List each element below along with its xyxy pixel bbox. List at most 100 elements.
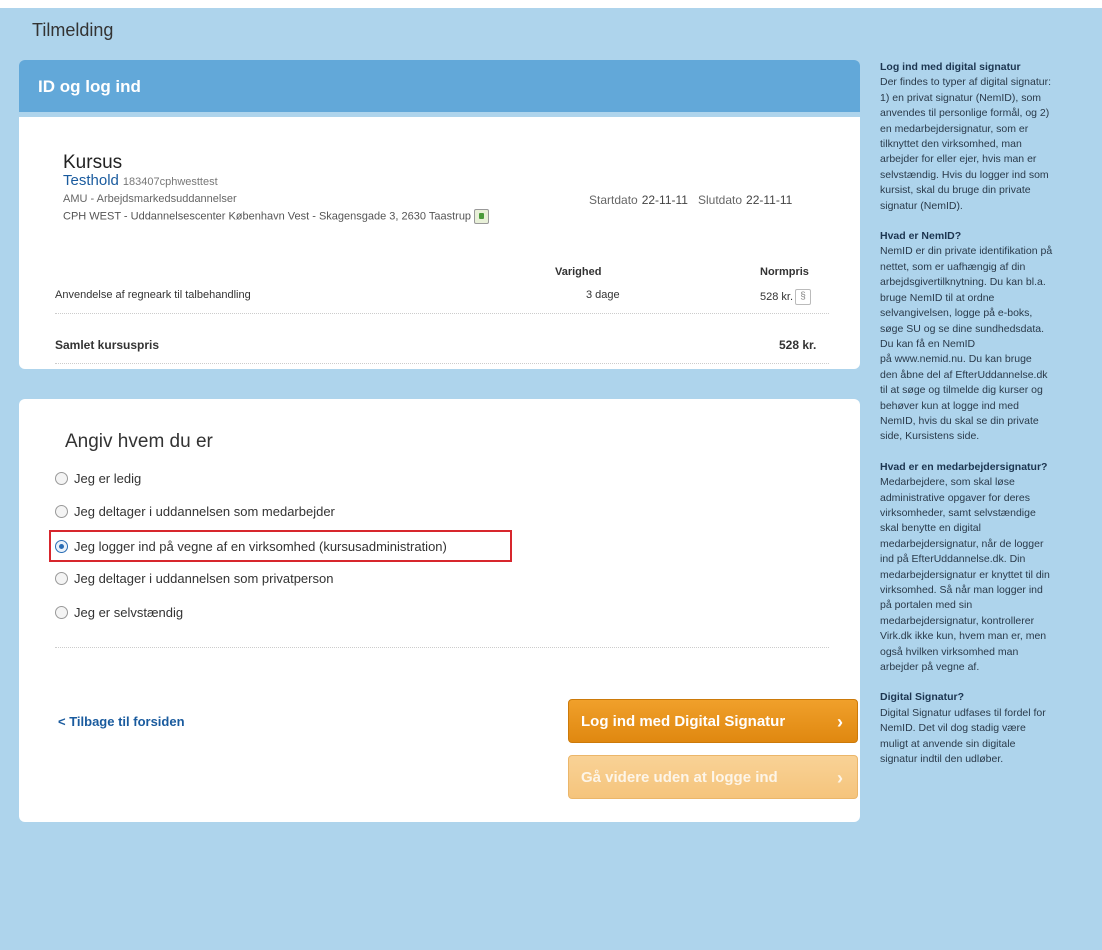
course-category: AMU - Arbejdsmarkedsuddannelser	[63, 193, 237, 205]
help-line: anvendes til personlige formål, og 2)	[880, 107, 1050, 120]
course-heading: Kursus	[63, 152, 123, 173]
course-panel: Kursus Testhold 183407cphwesttest AMU - A…	[19, 117, 860, 369]
help-line: på portalen med sin	[880, 599, 973, 612]
help-line: administrative opgaver for deres	[880, 491, 1030, 504]
radio-label: Jeg er ledig	[74, 470, 142, 486]
radio-option-employee[interactable]: Jeg deltager i uddannelsen som medarbejd…	[55, 503, 335, 519]
id-login-header-text: ID og log ind	[38, 77, 141, 96]
help-line: behøver kun at logge ind med	[880, 399, 1019, 412]
price-column-header: Normpris	[760, 266, 809, 278]
course-item-price: 528 kr. §	[760, 289, 812, 305]
radio-label: Jeg er selvstændig	[74, 604, 184, 620]
radio-button[interactable]	[55, 504, 68, 518]
course-name[interactable]: Testhold 183407cphwesttest	[63, 172, 218, 189]
help-line: bruge NemID til at ordne	[880, 291, 995, 304]
top-strip	[0, 0, 1102, 8]
help-line: ind på EfterUddannelse.dk. Din	[880, 553, 1026, 566]
radio-option-self-employed[interactable]: Jeg er selvstændig	[55, 604, 183, 620]
help-line: også hvilken virksomhed man	[880, 645, 1019, 658]
help-line: Virk.dk ikke kun, hvem man er, men	[880, 630, 1047, 643]
help-line: en medarbejdersignatur, som er	[880, 122, 1029, 135]
divider	[55, 363, 829, 364]
help-line: selvstændig. Hvis du logger ind som	[880, 168, 1049, 181]
help-section-nemid: Hvad er NemID? NemID er din private iden…	[880, 229, 1102, 445]
login-button-label: Log ind med Digital Signatur	[581, 713, 786, 730]
start-date-value: 22-11-11	[641, 193, 688, 207]
help-line: Der findes to typer af digital signatur:	[880, 76, 1052, 89]
end-date-label: Slutdato	[697, 193, 743, 207]
help-line: skal benytte en digital	[880, 522, 981, 535]
help-section-title: Hvad er NemID?	[880, 230, 962, 243]
help-sidebar: Log ind med digital signatur Der findes …	[880, 60, 1102, 782]
course-item-name: Anvendelse af regneark til talbehandling	[55, 289, 251, 301]
radio-button[interactable]	[55, 571, 68, 585]
divider	[55, 647, 829, 648]
help-line: Medarbejdere, som skal løse	[880, 476, 1015, 489]
help-line: medarbejdersignatur, når de logger	[880, 537, 1044, 550]
help-section-title: Log ind med digital signatur	[880, 61, 1021, 73]
help-line: medarbejdersignatur er knyttet til din	[880, 568, 1050, 581]
help-line: 1) en privat signatur (NemID), som	[880, 91, 1042, 104]
location-info-icon[interactable]	[474, 209, 490, 224]
help-section-title: Hvad er en medarbejdersignatur?	[880, 460, 1048, 473]
end-date-value: 22-11-11	[746, 193, 793, 207]
course-location: CPH WEST - Uddannelsescenter København V…	[63, 209, 490, 224]
course-dates: Startdato 22-11-11 Slutdato 22-11-11	[589, 193, 802, 207]
page-title: Tilmelding	[32, 20, 114, 40]
course-code: 183407cphwesttest	[122, 176, 218, 188]
radio-label: Jeg deltager i uddannelsen som privatper…	[74, 570, 334, 586]
help-line: selvangivelsen, logge på e-boks,	[880, 307, 1033, 320]
help-section-digital-signature: Log ind med digital signatur Der findes …	[880, 60, 1102, 214]
help-section-digital-signature-phaseout: Digital Signatur? Digital Signatur udfas…	[880, 690, 1102, 767]
help-line: virksomheder, samt selvstændige	[880, 506, 1036, 519]
help-section-employee-signature: Hvad er en medarbejdersignatur? Medarbej…	[880, 460, 1102, 676]
paragraph-icon[interactable]: §	[795, 289, 812, 305]
selection-highlight	[49, 530, 512, 562]
help-line: signatur (NemID).	[880, 199, 963, 212]
chevron-right-icon: ›	[837, 712, 843, 732]
radio-option-unemployed[interactable]: Jeg er ledig	[55, 470, 141, 486]
help-line: Du kan få en NemID	[880, 337, 976, 350]
radio-label: Jeg deltager i uddannelsen som medarbejd…	[74, 503, 335, 519]
help-line: medarbejdersignatur, kontrollerer	[880, 614, 1035, 627]
help-line: arbejder for eller ejer, hvis man er	[880, 153, 1037, 166]
continue-without-login-button[interactable]: Gå videre uden at logge ind ›	[568, 755, 858, 799]
chevron-right-icon: ›	[837, 768, 843, 788]
radio-button[interactable]	[55, 471, 68, 485]
help-line: NemID, hvis du skal se din private	[880, 414, 1039, 427]
start-date-label: Startdato	[589, 193, 638, 207]
course-item-price-text: 528 kr.	[760, 290, 794, 303]
help-line: arbejdsgivertilknytning. Du kan bl.a.	[880, 276, 1046, 289]
help-line: side, Kursistens side.	[880, 430, 980, 443]
course-name-text: Testhold	[63, 172, 119, 189]
help-line: den åbne del af EfterUddannelse.dk	[880, 368, 1048, 381]
duration-column-header: Varighed	[555, 266, 602, 278]
help-line: til at søge og tilmelde dig kurser og	[880, 384, 1043, 397]
back-to-home-link[interactable]: < Tilbage til forsiden	[58, 714, 185, 729]
help-line: tilknyttet den virksomhed, man	[880, 138, 1022, 151]
divider	[55, 313, 829, 314]
help-line: virksomhed. Så når man logger ind	[880, 584, 1043, 596]
total-price-label: Samlet kursuspris	[55, 338, 160, 352]
help-line: Digital Signatur udfases til fordel for	[880, 706, 1046, 719]
help-line: nettet, som er uafhængig af din	[880, 260, 1026, 273]
help-line: NemID er din private identifikation på	[880, 245, 1053, 258]
identity-panel: Angiv hvem du er Jeg er ledig Jeg deltag…	[19, 399, 860, 822]
help-line: kursist, skal du bruge din private	[880, 184, 1031, 197]
help-line: signatur indtil den udløber.	[880, 753, 1004, 766]
help-line: muligt at anvende sin digitale	[880, 737, 1016, 750]
total-price-value: 528 kr.	[779, 338, 817, 352]
id-login-header: ID og log ind	[19, 60, 860, 112]
help-line: på www.nemid.nu. Du kan bruge	[880, 353, 1032, 366]
help-section-title: Digital Signatur?	[880, 691, 964, 704]
help-line: NemID. Det vil dog stadig være	[880, 722, 1026, 735]
login-digital-signature-button[interactable]: Log ind med Digital Signatur ›	[568, 699, 858, 743]
help-line: søge SU og se dine sundhedsdata.	[880, 322, 1045, 335]
continue-button-label: Gå videre uden at logge ind	[581, 769, 778, 786]
course-item-duration: 3 dage	[586, 289, 620, 301]
course-location-text: CPH WEST - Uddannelsescenter København V…	[63, 210, 472, 223]
help-line: arbejder på vegne af.	[880, 661, 980, 674]
identity-heading: Angiv hvem du er	[65, 431, 213, 452]
radio-button[interactable]	[55, 605, 68, 619]
radio-option-private-person[interactable]: Jeg deltager i uddannelsen som privatper…	[55, 570, 333, 586]
